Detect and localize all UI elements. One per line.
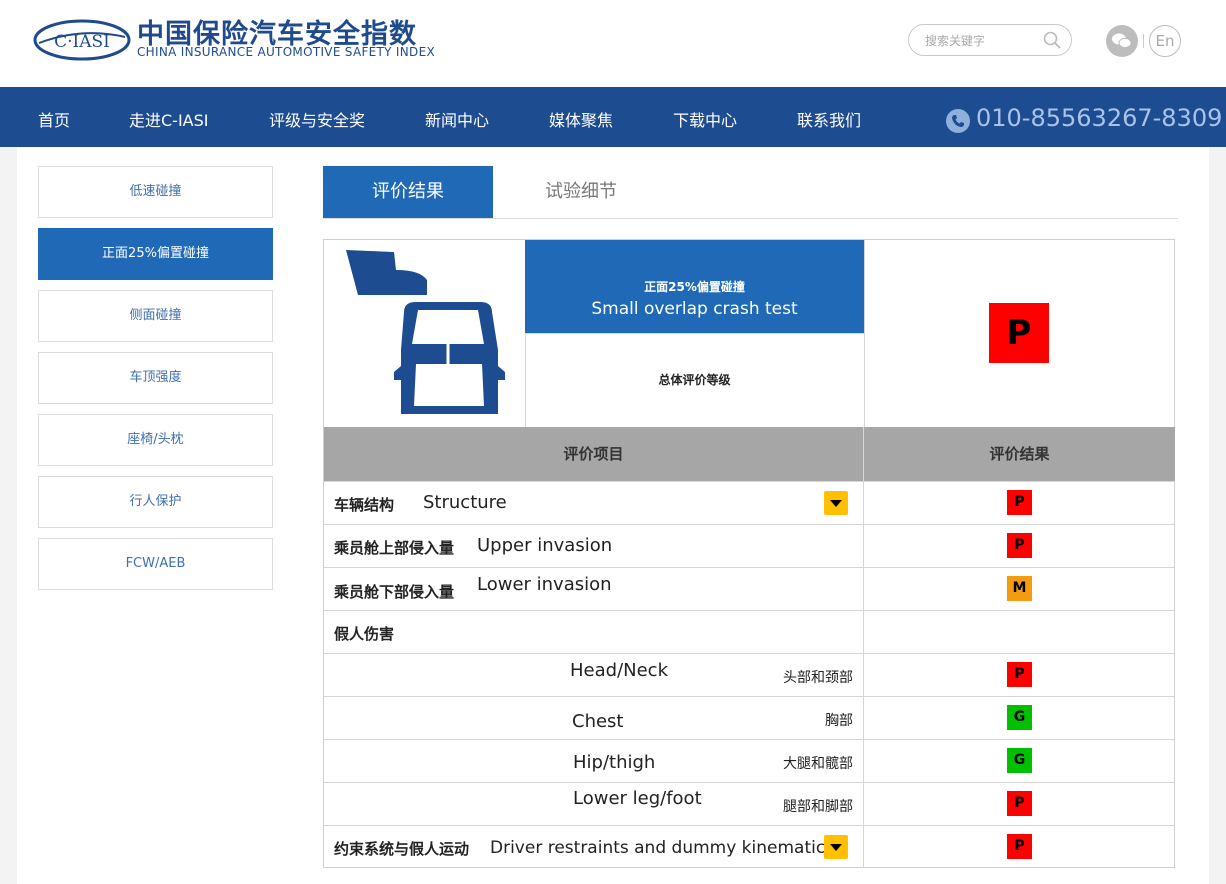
row-label-en: Lower leg/foot [573,788,702,809]
row-label-en: Upper invasion [477,535,613,556]
phone-icon [946,109,970,133]
overall-rating-label: 总体评价等级 [525,333,864,428]
nav-item-home[interactable]: 首页 [38,107,70,131]
test-name-en: Small overlap crash test [591,299,798,319]
table-row: Lower leg/foot 腿部和脚部 P [324,782,1175,825]
row-label-en: Chest [572,711,624,732]
search-icon[interactable] [1043,31,1061,49]
car-icon [346,250,505,414]
divider [1143,34,1144,48]
table-row: 约束系统与假人运动 Driver restraints and dummy ki… [324,825,1175,868]
table-header: 评价项目 评价结果 [324,427,1175,481]
sidebar-item-pedestrian[interactable]: 行人保护 [38,476,273,528]
tab-underline [323,218,1178,219]
logo-text: C·IASI [54,32,110,52]
brand-title-en: CHINA INSURANCE AUTOMOTIVE SAFETY INDEX [137,45,435,59]
phone-number: 010-85563267-8309 [976,104,1223,132]
row-label-en: Structure [423,492,507,513]
rating-badge: P [1007,662,1032,687]
wechat-icon[interactable] [1106,25,1138,57]
search-input[interactable] [923,31,1037,51]
table-row: 车辆结构 Structure P [324,481,1175,524]
search-box [908,24,1072,56]
rating-badge: P [1007,533,1032,558]
nav-item-contact[interactable]: 联系我们 [797,107,861,131]
overall-rating-cell: P [864,240,1176,427]
rating-badge: P [1007,834,1032,859]
rating-badge: P [1007,490,1032,515]
row-label-cn: 头部和颈部 [783,670,853,686]
table-row: 乘员舱上部侵入量 Upper invasion P [324,524,1175,567]
tab-test-details[interactable]: 试验细节 [493,166,669,218]
sidebar-item-low-speed[interactable]: 低速碰撞 [38,166,273,218]
test-name-cn: 正面25%偏置碰撞 [644,280,745,294]
sidebar-item-fcw-aeb[interactable]: FCW/AEB [38,538,273,590]
row-label-en: Lower invasion [477,574,612,595]
nav-item-media[interactable]: 媒体聚焦 [549,107,613,131]
test-header: 正面25%偏置碰撞 Small overlap crash test [525,240,864,333]
table-row: Hip/thigh 大腿和髋部 G [324,739,1175,782]
nav-item-downloads[interactable]: 下载中心 [673,107,737,131]
row-label-cn: 乘员舱上部侵入量 [334,539,455,557]
row-label-cn: 假人伤害 [334,625,395,643]
row-label-cn: 车辆结构 [334,496,395,514]
row-label-cn: 大腿和髋部 [783,756,853,772]
nav-item-news[interactable]: 新闻中心 [425,107,489,131]
row-label-cn: 乘员舱下部侵入量 [334,583,455,601]
site-header: C·IASI 中国保险汽车安全指数 CHINA INSURANCE AUTOMO… [0,0,1226,87]
column-header-result: 评价结果 [989,445,1050,463]
row-label-cn: 约束系统与假人运动 [334,840,470,858]
sidebar-item-seat-headrest[interactable]: 座椅/头枕 [38,414,273,466]
row-label-en: Driver restraints and dummy kinematics [490,838,835,858]
nav-item-about[interactable]: 走进C-IASI [129,107,209,131]
ciasi-logo[interactable]: C·IASI [33,19,131,61]
table-row: 假人伤害 [324,610,1175,653]
table-row: 乘员舱下部侵入量 Lower invasion M [324,567,1175,610]
nav-item-ratings[interactable]: 评级与安全奖 [269,107,365,131]
chevron-down-icon [830,844,842,851]
rating-badge: G [1007,748,1032,773]
crash-test-illustration [324,240,526,427]
column-header-item: 评价项目 [563,445,624,463]
row-label-cn: 腿部和脚部 [783,799,853,815]
row-label-cn: 胸部 [825,713,853,729]
rating-badge: P [1007,791,1032,816]
tab-results[interactable]: 评价结果 [323,166,493,218]
row-label-en: Head/Neck [570,660,668,681]
sidebar-item-side-impact[interactable]: 侧面碰撞 [38,290,273,342]
table-row: Head/Neck 头部和颈部 P [324,653,1175,696]
chevron-down-icon [830,500,842,507]
rating-badge: G [1007,705,1032,730]
sidebar-item-small-overlap[interactable]: 正面25%偏置碰撞 [38,228,273,280]
row-label-en: Hip/thigh [573,752,656,773]
table-row: Chest 胸部 G [324,696,1175,739]
expand-dropdown-button[interactable] [824,835,848,859]
sidebar-item-roof-strength[interactable]: 车顶强度 [38,352,273,404]
language-en-button[interactable]: En [1149,25,1181,57]
main-nav: 首页 走进C-IASI 评级与安全奖 新闻中心 媒体聚焦 下载中心 联系我们 0… [0,87,1226,147]
overall-rating-badge: P [989,303,1049,363]
expand-dropdown-button[interactable] [824,491,848,515]
rating-badge: M [1007,576,1032,601]
result-panel: 正面25%偏置碰撞 Small overlap crash test 总体评价等… [323,239,1175,868]
